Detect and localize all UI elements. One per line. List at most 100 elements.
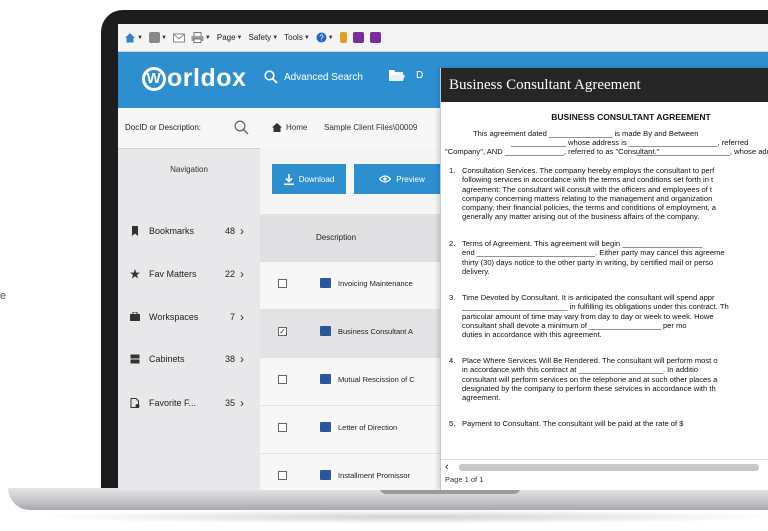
home-button[interactable]: ▼ [124, 32, 143, 43]
row-checkbox[interactable] [278, 423, 287, 432]
tools-menu-label: Tools [284, 33, 303, 42]
search-icon [264, 70, 278, 84]
row-checkbox[interactable] [278, 375, 287, 384]
download-button[interactable]: Download [272, 164, 346, 194]
table-row[interactable]: Mutual Rescission of C [260, 358, 450, 406]
row-checkbox[interactable] [278, 279, 287, 288]
horizontal-scrollbar[interactable]: ‹ [441, 459, 768, 474]
svg-text:?: ? [319, 34, 324, 43]
page-menu[interactable]: Page ▼ [217, 33, 243, 42]
sidebar-item-count: 48 [224, 226, 235, 236]
preview-document: BUSINESS CONSULTANT AGREEMENT This agree… [441, 102, 768, 459]
onenote-send-icon [369, 32, 381, 43]
breadcrumb-home[interactable]: Home [286, 123, 307, 132]
paragraph-line: Consultation Services. The company hereb… [462, 166, 715, 175]
document-paragraph: 3. Time Devoted by Consultant. It is ant… [449, 293, 768, 341]
paragraph-line: delivery. [462, 266, 490, 276]
advanced-search-button[interactable]: Advanced Search [264, 70, 363, 84]
workspace-icon [130, 312, 140, 321]
download-icon [283, 173, 294, 185]
feeds-button[interactable]: ▼ [148, 32, 167, 43]
paragraph-line: consultant shall devote a minimum of ___… [462, 320, 687, 330]
document-paragraph: 4. Place Where Services Will Be Rendered… [449, 356, 768, 404]
mail-button[interactable] [172, 33, 185, 43]
mail-icon [172, 33, 185, 42]
document-intro-line-end: ______________________, whose add [637, 147, 768, 156]
chevron-right-icon[interactable]: › [240, 396, 244, 410]
sidebar-item-count: 7 [229, 312, 235, 322]
word-document-icon [320, 326, 331, 336]
bookmark-icon [132, 226, 138, 236]
sidebar-item-workspaces[interactable]: Workspaces 7 › [118, 302, 260, 332]
docid-search-label: DocID or Description: [125, 123, 202, 132]
paragraph-number: 1. [449, 166, 456, 175]
worldox-logo: Worldox [142, 64, 246, 93]
paragraph-text: Time Devoted by Consultant. It is antici… [462, 293, 768, 339]
home-icon[interactable] [272, 123, 282, 132]
laptop-shadow [30, 510, 768, 524]
document-preview-panel: Business Consultant Agreement BUSINESS C… [440, 68, 768, 490]
tools-menu[interactable]: Tools ▼ [284, 33, 310, 42]
sidebar-item-label: Cabinets [149, 354, 185, 364]
scroll-left-icon[interactable]: ‹ [445, 460, 449, 474]
sidebar-item-label: Bookmarks [149, 226, 195, 236]
table-row[interactable]: Installment Promissor [260, 454, 450, 490]
paragraph-line: consultant will perform services on the … [462, 374, 718, 384]
sidebar-item-cabinets[interactable]: Cabinets 38 › [118, 344, 260, 374]
row-checkbox[interactable]: ✓ [278, 327, 287, 336]
sidebar-item-count: 22 [224, 269, 235, 279]
laptop-screen: ▼ ▼ ▼ Page ▼ Safety ▼ Tools ▼ ? ▼ W orld… [118, 24, 768, 490]
sidebar-item-favorite-files[interactable]: Favorite F... 35 › [118, 388, 260, 418]
paragraph-text: Place Where Services Will Be Rendered. T… [462, 356, 768, 402]
table-row[interactable]: ✓ Business Consultant A [260, 310, 450, 358]
paragraph-line: agreement. [462, 393, 501, 403]
search-icon[interactable] [234, 120, 249, 135]
sidebar-item-label: Fav Matters [149, 269, 197, 279]
chevron-right-icon[interactable]: › [240, 310, 244, 324]
scrollbar-thumb[interactable] [459, 464, 759, 471]
sidebar: DocID or Description: Navigation Bookmar… [118, 108, 261, 490]
onenote-send-button[interactable] [369, 32, 381, 43]
breadcrumb: Home Sample Client Files\00009 [260, 108, 450, 149]
row-description: Business Consultant A [338, 327, 414, 336]
word-document-icon [320, 470, 331, 480]
chevron-right-icon[interactable]: › [240, 352, 244, 366]
paragraph-line: particular amount of time may vary from … [462, 311, 714, 321]
column-header-description[interactable]: Description [260, 214, 450, 262]
paragraph-line: company concerning matters relating to t… [462, 193, 713, 203]
chevron-right-icon[interactable]: › [240, 267, 244, 281]
safety-menu[interactable]: Safety ▼ [249, 33, 279, 42]
sidebar-item-count: 38 [224, 354, 235, 364]
print-button[interactable]: ▼ [191, 32, 211, 43]
help-button[interactable]: ? ▼ [316, 32, 334, 43]
paragraph-text: Consultation Services. The company hereb… [462, 166, 768, 222]
docid-search-box[interactable]: DocID or Description: [118, 108, 260, 149]
chevron-right-icon[interactable]: › [240, 224, 244, 238]
row-description: Mutual Rescission of C [338, 375, 415, 384]
preview-button[interactable]: Preview [354, 164, 450, 194]
document-heading: BUSINESS CONSULTANT AGREEMENT [551, 112, 711, 122]
paragraph-number: 3. [449, 293, 456, 302]
row-checkbox[interactable] [278, 471, 287, 480]
download-label: Download [298, 174, 335, 184]
paragraph-number: 2. [449, 239, 456, 248]
paragraph-line: designated by the company to perform the… [462, 383, 716, 393]
document-intro-line: _____________ whose address is _________… [511, 138, 749, 147]
truncated-header-label[interactable]: D [416, 70, 423, 81]
onenote-button[interactable] [352, 32, 364, 43]
breadcrumb-path[interactable]: Sample Client Files\00009 [324, 123, 417, 132]
row-description: Installment Promissor [338, 471, 411, 480]
eye-icon [379, 175, 392, 183]
sidebar-item-bookmarks[interactable]: Bookmarks 48 › [118, 216, 260, 246]
folder-open-icon[interactable] [388, 67, 406, 83]
column-header-label: Description [316, 233, 357, 242]
research-button[interactable] [339, 32, 347, 43]
word-document-icon [320, 278, 331, 288]
sidebar-item-label: Favorite F... [149, 398, 197, 408]
sidebar-item-fav-matters[interactable]: Fav Matters 22 › [118, 259, 260, 289]
research-icon [339, 32, 347, 43]
logo-text: orldox [167, 64, 247, 92]
navigation-title: Navigation [170, 165, 208, 174]
table-row[interactable]: Letter of Direction [260, 406, 450, 454]
table-row[interactable]: Invoicing Maintenance [260, 262, 450, 310]
